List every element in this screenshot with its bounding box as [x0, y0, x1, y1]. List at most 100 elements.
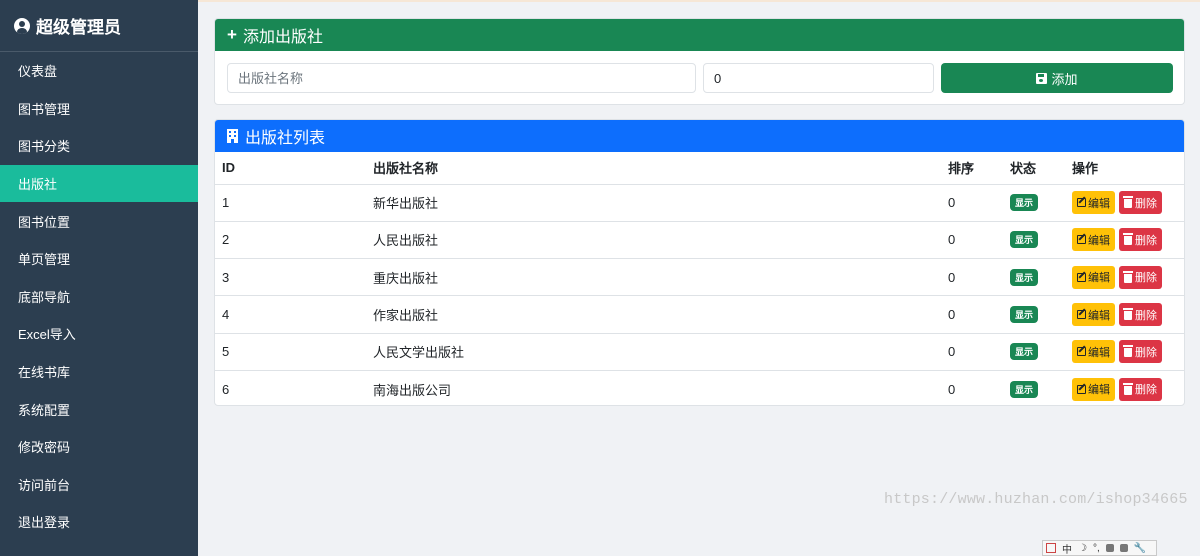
col-header-actions: 操作 [1065, 152, 1184, 185]
cell-actions: 编辑 删除 [1065, 221, 1184, 260]
cell-name: 人民出版社 [366, 221, 941, 260]
keyboard-icon[interactable] [1105, 544, 1114, 552]
sidebar-item-change-password[interactable]: 修改密码 [0, 428, 198, 466]
edit-button[interactable]: 编辑 [1072, 377, 1115, 401]
sidebar-item-label: 修改密码 [18, 440, 71, 456]
sidebar-item-online-library[interactable]: 在线书库 [0, 353, 198, 391]
cell-id: 3 [215, 258, 366, 297]
add-publisher-form: 添加 [215, 51, 1184, 104]
sidebar-item-excel-import[interactable]: Excel导入 [0, 315, 198, 353]
trash-icon [1123, 345, 1133, 358]
trash-icon [1123, 382, 1133, 395]
wrench-icon[interactable]: 🔧 [1134, 543, 1146, 554]
ime-mode[interactable]: 中 [1062, 541, 1072, 556]
cell-name: 作家出版社 [366, 295, 941, 334]
ime-punct[interactable]: °, [1093, 543, 1100, 554]
save-icon [1036, 72, 1048, 84]
plus-icon: + [227, 25, 237, 44]
sort-order-input[interactable] [703, 63, 934, 93]
trash-icon [1123, 196, 1133, 209]
edit-icon [1077, 272, 1086, 282]
col-header-id: ID [215, 152, 366, 185]
cell-status: 显示 [1003, 258, 1065, 297]
sidebar-item-dashboard[interactable]: 仪表盘 [0, 52, 198, 90]
cell-status: 显示 [1003, 184, 1065, 222]
table-row: 6 南海出版公司 0 显示 编辑 删除 [215, 370, 1184, 405]
sidebar-menu: 仪表盘 图书管理 图书分类 出版社 图书位置 单页管理 底部导航 Excel导入… [0, 52, 198, 541]
sidebar-item-label: 底部导航 [18, 289, 71, 305]
sidebar-item-categories[interactable]: 图书分类 [0, 127, 198, 165]
delete-button[interactable]: 删除 [1119, 191, 1162, 215]
cell-actions: 编辑 删除 [1065, 184, 1184, 222]
cell-sort: 0 [941, 295, 1003, 334]
trash-icon [1123, 233, 1133, 246]
delete-label: 删除 [1135, 384, 1157, 397]
table-row: 2 人民出版社 0 显示 编辑 删除 [215, 221, 1184, 260]
sidebar: 超级管理员 仪表盘 图书管理 图书分类 出版社 图书位置 单页管理 底部导航 E… [0, 0, 198, 556]
edit-button[interactable]: 编辑 [1072, 191, 1115, 215]
cell-actions: 编辑 删除 [1065, 258, 1184, 297]
sidebar-item-settings[interactable]: 系统配置 [0, 390, 198, 428]
edit-icon [1077, 347, 1086, 357]
edit-label: 编辑 [1088, 384, 1110, 397]
sidebar-item-label: 退出登录 [18, 515, 71, 531]
delete-label: 删除 [1135, 197, 1157, 210]
cell-sort: 0 [941, 370, 1003, 405]
table-row: 3 重庆出版社 0 显示 编辑 删除 [215, 258, 1184, 297]
sidebar-item-logout[interactable]: 退出登录 [0, 503, 198, 541]
sidebar-item-label: 仪表盘 [18, 64, 58, 80]
building-icon [227, 129, 238, 143]
user-icon[interactable] [1119, 544, 1128, 552]
watermark: https://www.huzhan.com/ishop34665 [884, 491, 1188, 508]
col-header-status: 状态 [1003, 152, 1065, 185]
moon-icon[interactable]: ☽ [1078, 543, 1087, 554]
sidebar-item-publishers[interactable]: 出版社 [0, 164, 198, 203]
edit-icon [1077, 310, 1086, 320]
delete-label: 删除 [1135, 272, 1157, 285]
edit-button[interactable]: 编辑 [1072, 228, 1115, 252]
sidebar-item-label: Excel导入 [18, 327, 76, 343]
edit-label: 编辑 [1088, 346, 1110, 359]
cell-sort: 0 [941, 184, 1003, 222]
sidebar-item-footer-nav[interactable]: 底部导航 [0, 278, 198, 316]
trash-icon [1123, 308, 1133, 321]
cell-sort: 0 [941, 221, 1003, 260]
delete-button[interactable]: 删除 [1119, 265, 1162, 289]
delete-button[interactable]: 删除 [1119, 340, 1162, 364]
sidebar-item-frontend[interactable]: 访问前台 [0, 466, 198, 504]
cell-status: 显示 [1003, 295, 1065, 334]
cell-id: 1 [215, 184, 366, 222]
cell-name: 南海出版公司 [366, 370, 941, 405]
cell-status: 显示 [1003, 221, 1065, 260]
delete-button[interactable]: 删除 [1119, 377, 1162, 401]
status-badge: 显示 [1010, 268, 1039, 286]
cell-actions: 编辑 删除 [1065, 370, 1184, 405]
cell-status: 显示 [1003, 370, 1065, 405]
edit-label: 编辑 [1088, 234, 1110, 247]
add-publisher-header: + 添加出版社 [215, 19, 1184, 51]
cell-sort: 0 [941, 333, 1003, 371]
col-header-sort: 排序 [941, 152, 1003, 185]
edit-button[interactable]: 编辑 [1072, 265, 1115, 289]
trash-icon [1123, 270, 1133, 283]
add-button[interactable]: 添加 [941, 63, 1173, 93]
edit-button[interactable]: 编辑 [1072, 340, 1115, 364]
sidebar-item-label: 单页管理 [18, 252, 71, 268]
sidebar-item-label: 在线书库 [18, 365, 71, 381]
sidebar-item-label: 图书分类 [18, 139, 71, 155]
sidebar-brand: 超级管理员 [0, 0, 198, 52]
sidebar-item-books[interactable]: 图书管理 [0, 90, 198, 128]
edit-button[interactable]: 编辑 [1072, 303, 1115, 327]
cell-name: 重庆出版社 [366, 258, 941, 297]
edit-label: 编辑 [1088, 197, 1110, 210]
cell-sort: 0 [941, 258, 1003, 297]
add-publisher-title: 添加出版社 [242, 29, 323, 46]
delete-button[interactable]: 删除 [1119, 228, 1162, 252]
delete-button[interactable]: 删除 [1119, 303, 1162, 327]
sidebar-item-locations[interactable]: 图书位置 [0, 202, 198, 240]
publisher-list-card: 出版社列表 ID 出版社名称 排序 状态 操作 1 新华出版社 0 显示 编辑 … [214, 119, 1185, 406]
sidebar-item-pages[interactable]: 单页管理 [0, 240, 198, 278]
table-row: 5 人民文学出版社 0 显示 编辑 删除 [215, 333, 1184, 371]
delete-label: 删除 [1135, 234, 1157, 247]
publisher-name-input[interactable] [227, 63, 696, 93]
